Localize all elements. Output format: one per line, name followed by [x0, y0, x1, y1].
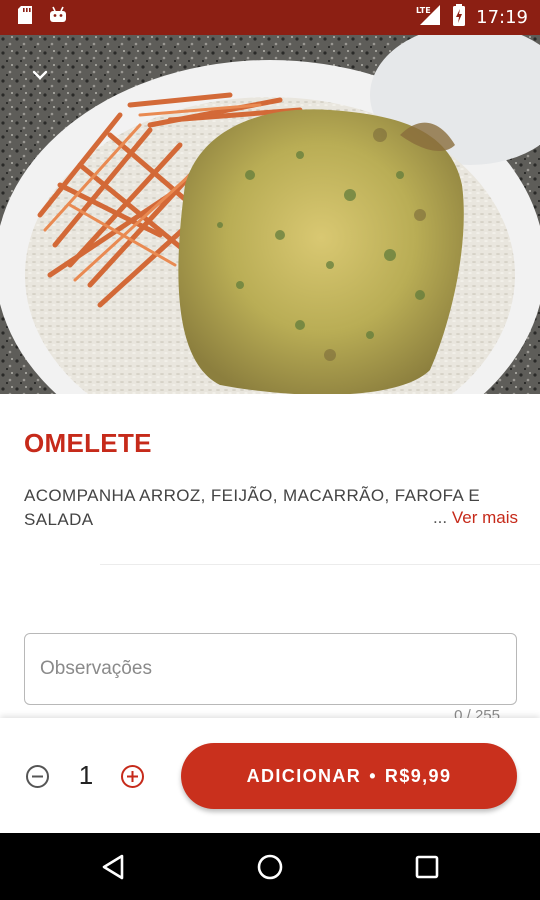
add-button-price: R$9,99 [384, 765, 452, 786]
status-left [16, 5, 68, 30]
recents-square-icon [415, 855, 439, 879]
minus-circle-icon [26, 765, 49, 788]
home-button[interactable] [250, 847, 290, 887]
status-right: LTE 17:19 [416, 4, 528, 31]
add-to-cart-button[interactable]: ADICIONAR • R$9,99 [181, 743, 517, 809]
collapse-button[interactable] [22, 57, 58, 93]
status-clock: 17:19 [476, 7, 528, 28]
product-title: OMELETE [24, 428, 152, 458]
android-icon [48, 5, 68, 30]
navigation-bar [0, 833, 540, 900]
battery-charging-icon [452, 4, 466, 31]
add-button-label: ADICIONAR [246, 765, 362, 786]
see-more-link[interactable]: ... Ver mais [433, 508, 518, 528]
svg-text:LTE: LTE [416, 6, 431, 15]
notes-input[interactable] [40, 658, 516, 680]
divider [100, 564, 540, 565]
chevron-down-icon [32, 70, 48, 80]
ellipsis: ... [432, 508, 452, 527]
sd-card-icon [16, 5, 34, 30]
back-button[interactable] [93, 847, 133, 887]
lte-signal-icon: LTE [416, 4, 442, 31]
plus-circle-icon [121, 765, 144, 788]
quantity-value: 1 [78, 760, 94, 790]
notes-field[interactable] [24, 633, 517, 705]
recents-button[interactable] [407, 847, 447, 887]
back-triangle-icon [102, 854, 124, 880]
omelete-photo [0, 35, 540, 394]
see-more-label: Ver mais [451, 508, 518, 527]
add-button-separator: • [369, 765, 377, 786]
decrease-quantity-button[interactable] [25, 764, 50, 789]
product-image [0, 35, 540, 394]
home-circle-icon [257, 854, 283, 880]
increase-quantity-button[interactable] [120, 764, 145, 789]
status-bar: LTE 17:19 [0, 0, 540, 35]
